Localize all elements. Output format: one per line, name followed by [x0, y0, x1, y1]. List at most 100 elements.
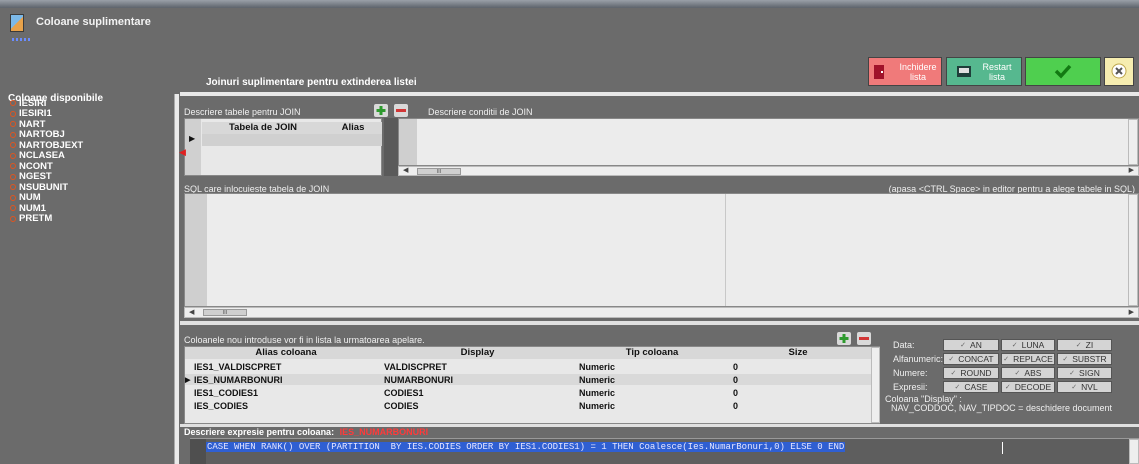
function-button-round[interactable]: ✓ ROUND	[943, 367, 999, 379]
chevron-icon: ✓	[950, 370, 957, 377]
join-tables-grid[interactable]: Tabela de JOIN Alias ▶ ◀	[179, 118, 382, 176]
function-button-label: REPLACE	[1013, 354, 1053, 364]
app-menu-icon[interactable]	[12, 38, 32, 41]
scroll-left-icon[interactable]: ◀	[403, 166, 408, 174]
function-button-luna[interactable]: ✓ LUNA	[1001, 339, 1055, 351]
column-row[interactable]: ▶ IES_NUMARBONURI NUMARBONURI Numeric 0	[185, 374, 871, 385]
alfa-functions-label: Alfanumeric:	[893, 354, 944, 364]
available-columns-list: IESIRI IESIRI1 NART NARTOBJ NARTOBJEXT NCLASE…	[10, 98, 83, 224]
conditions-vscroll[interactable]	[1128, 119, 1138, 165]
available-column-item[interactable]: IESIRI1	[10, 108, 83, 119]
cell-type: Numeric	[579, 361, 616, 372]
function-button-replace[interactable]: ✓ REPLACE	[1001, 353, 1055, 365]
function-button-concat[interactable]: ✓ CONCAT	[943, 353, 999, 365]
function-button-case[interactable]: ✓ CASE	[943, 381, 999, 393]
restart-list-button[interactable]: Restart lista	[946, 57, 1022, 86]
bullet-icon	[10, 142, 16, 149]
available-column-item[interactable]: NUM	[10, 192, 83, 204]
sql-vscroll[interactable]	[1128, 194, 1138, 306]
function-button-label: DECODE	[1014, 382, 1052, 392]
columns-grid-header: Alias coloana Display Tip coloana Size	[185, 347, 871, 359]
available-column-label: PRETM	[19, 213, 53, 225]
function-button-label: CASE	[964, 382, 988, 392]
cell-size: 0	[733, 387, 739, 398]
join-grid-row[interactable]	[202, 134, 382, 146]
col-header-alias: Alias coloana	[255, 347, 317, 358]
available-column-label: NUM	[19, 192, 41, 204]
available-column-item[interactable]: NART	[10, 119, 83, 130]
function-button-abs[interactable]: ✓ ABS	[1001, 367, 1055, 379]
bullet-icon	[10, 205, 16, 212]
expression-code[interactable]: CASE WHEN RANK() OVER (PARTITION BY IES.…	[206, 442, 846, 452]
restart-label-1: Restart	[982, 61, 1012, 72]
refresh-icon	[956, 64, 972, 80]
available-column-item[interactable]: NARTOBJ	[10, 129, 83, 140]
close-list-button[interactable]: Inchidere lista	[868, 57, 942, 86]
expression-vscroll[interactable]	[1129, 439, 1139, 464]
expression-editor[interactable]: CASE WHEN RANK() OVER (PARTITION BY IES.…	[190, 438, 1139, 464]
close-label-2: lista	[909, 71, 926, 82]
available-column-item[interactable]: NUM1	[10, 203, 83, 214]
columns-divider	[180, 321, 1139, 325]
scroll-left-icon[interactable]: ◀	[189, 308, 194, 316]
available-column-item[interactable]: IESIRI	[10, 98, 83, 109]
available-column-label: NUM1	[19, 202, 46, 214]
bullet-icon	[10, 152, 16, 159]
column-row[interactable]: IES_CODIES CODIES Numeric 0	[185, 400, 871, 411]
column-row[interactable]: IES1_VALDISCPRET VALDISCPRET Numeric 0	[185, 361, 871, 372]
conditions-gutter	[399, 119, 417, 165]
function-button-zi[interactable]: ✓ ZI	[1057, 339, 1112, 351]
bullet-icon	[10, 121, 16, 128]
bullet-icon	[10, 110, 16, 117]
display-note-text: NAV_CODDOC, NAV_TIPDOC = deschidere docu…	[891, 403, 1112, 413]
chevron-icon: ✓	[1004, 384, 1011, 391]
available-column-item[interactable]: NCLASEA	[10, 150, 83, 161]
scroll-right-icon[interactable]: ▶	[1129, 308, 1134, 316]
chevron-icon: ✓	[1075, 342, 1082, 349]
cell-type: Numeric	[579, 374, 616, 385]
conditions-hscroll[interactable]: ◀ III ▶	[398, 166, 1139, 176]
cell-alias: IES_CODIES	[194, 400, 249, 411]
conditions-hscroll-thumb[interactable]: III	[417, 168, 461, 175]
chevron-icon: ✓	[1062, 356, 1069, 363]
function-button-label: ABS	[1024, 368, 1042, 378]
function-button-label: SUBSTR	[1072, 354, 1107, 364]
join-conditions-editor[interactable]	[398, 118, 1139, 166]
cancel-button[interactable]	[1104, 57, 1134, 86]
chevron-icon: ✓	[948, 356, 955, 363]
scroll-right-icon[interactable]: ▶	[1129, 166, 1134, 174]
scroll-grip: III	[222, 310, 228, 316]
available-column-item[interactable]: NSUBUNIT	[10, 182, 83, 193]
cell-display: VALDISCPRET	[384, 361, 447, 372]
resize-arrow-icon[interactable]: ◀	[179, 147, 186, 158]
row-pointer-icon: ▶	[185, 376, 191, 384]
available-column-item[interactable]: NCONT	[10, 161, 83, 172]
expr-functions-label: Expresii:	[893, 382, 928, 392]
row-pointer-icon: ▶	[189, 134, 196, 143]
sql-hscroll[interactable]: ◀ III ▶	[184, 307, 1139, 318]
ok-button[interactable]	[1025, 57, 1101, 86]
function-button-label: SIGN	[1079, 368, 1100, 378]
cell-alias: IES_NUMARBONURI	[194, 374, 283, 385]
new-columns-grid[interactable]: Alias coloana Display Tip coloana Size I…	[184, 346, 880, 424]
sql-margin-line	[725, 194, 726, 306]
join-grid-header: Tabela de JOIN Alias	[202, 122, 382, 134]
function-button-an[interactable]: ✓ AN	[943, 339, 999, 351]
chevron-icon: ✓	[1011, 342, 1018, 349]
function-button-substr[interactable]: ✓ SUBSTR	[1057, 353, 1112, 365]
sql-editor[interactable]	[184, 193, 1139, 307]
available-column-item[interactable]: NGEST	[10, 171, 83, 182]
col-header-type: Tip coloana	[625, 347, 679, 358]
function-button-sign[interactable]: ✓ SIGN	[1057, 367, 1112, 379]
function-button-decode[interactable]: ✓ DECODE	[1001, 381, 1055, 393]
columns-vscroll[interactable]	[871, 347, 880, 423]
function-button-nvl[interactable]: ✓ NVL	[1057, 381, 1112, 393]
sql-hscroll-thumb[interactable]: III	[203, 309, 247, 316]
available-column-item[interactable]: NARTOBJEXT	[10, 140, 83, 151]
data-functions-label: Data:	[893, 340, 915, 350]
chevron-icon: ✓	[1071, 384, 1078, 391]
restart-label-2: lista	[988, 71, 1005, 82]
available-column-label: NARTOBJEXT	[19, 139, 84, 151]
column-row[interactable]: IES1_CODIES1 CODIES1 Numeric 0	[185, 387, 871, 398]
available-column-item[interactable]: PRETM	[10, 213, 83, 225]
